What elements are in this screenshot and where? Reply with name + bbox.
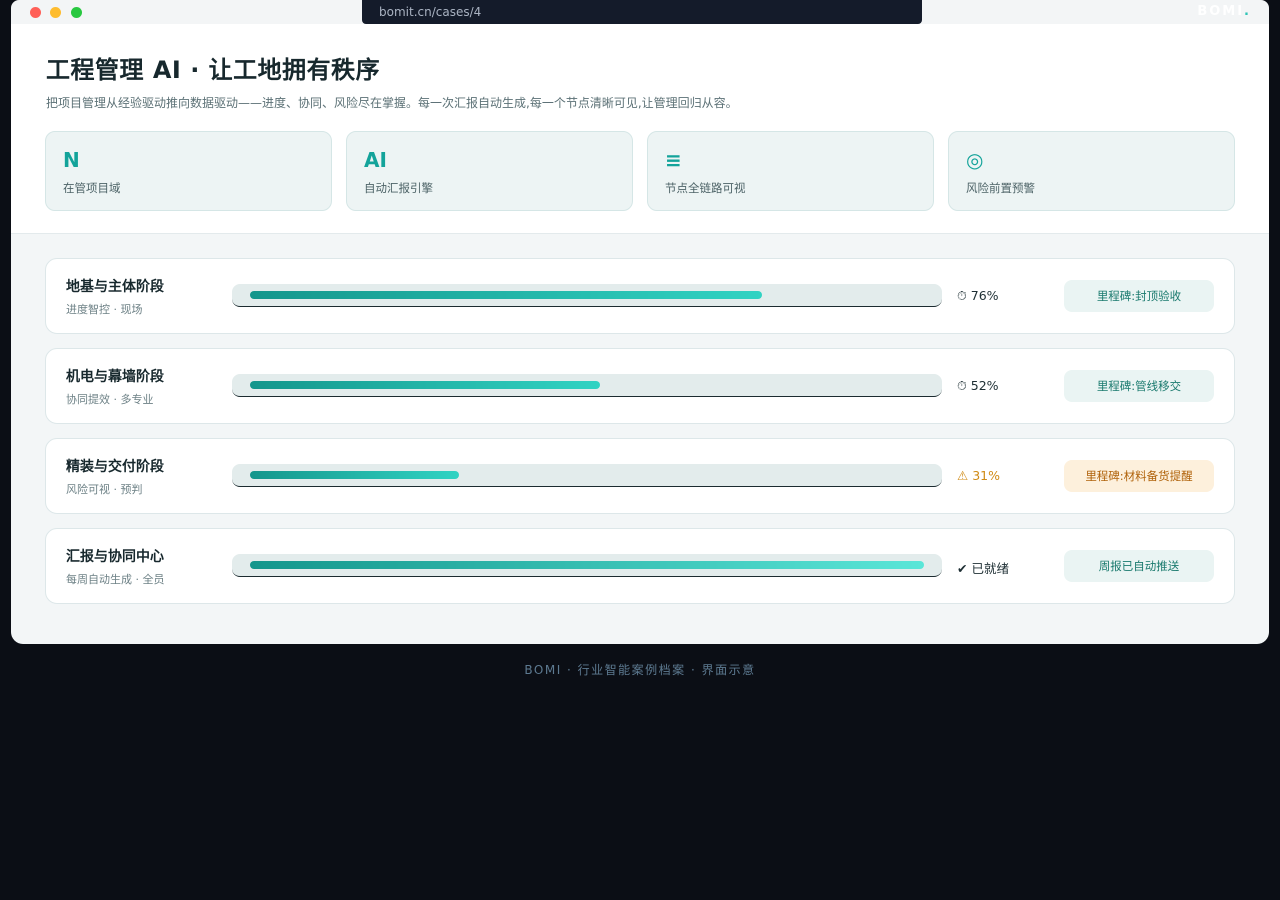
phase-tags: 协同提效 · 多专业 bbox=[66, 393, 154, 406]
progress-fill bbox=[250, 291, 762, 299]
check-icon: ✔ bbox=[957, 561, 968, 576]
letter-n-icon: N bbox=[63, 148, 80, 172]
minimize-window-button[interactable] bbox=[50, 7, 61, 18]
phase-row[interactable]: 机电与幕墙阶段 协同提效 · 多专业 ⏱ 52% 里程碑:管线移交 bbox=[45, 348, 1235, 424]
app-window: 工程管理 AI · 让工地拥有秩序 把项目管理从经验驱动推向数据驱动——进度、协… bbox=[11, 24, 1269, 644]
phase-row[interactable]: 精装与交付阶段 风险可视 · 预判 ⚠ 31% 里程碑:材料备货提醒 bbox=[45, 438, 1235, 514]
phase-title: 精装与交付阶段 bbox=[66, 459, 164, 475]
timer-icon: ⏱ bbox=[957, 288, 967, 303]
phase-tags: 进度智控 · 现场 bbox=[66, 303, 143, 316]
phase-tags: 每周自动生成 · 全员 bbox=[66, 573, 165, 586]
phase-title: 机电与幕墙阶段 bbox=[66, 369, 164, 385]
milestone-badge[interactable]: 周报已自动推送 bbox=[1064, 550, 1214, 582]
stat-label: 风险前置预警 bbox=[966, 181, 1035, 195]
ai-icon: AI bbox=[364, 148, 387, 172]
status-text: 已就绪 bbox=[971, 561, 1009, 576]
stat-card: ◎ 风险前置预警 bbox=[948, 131, 1235, 211]
stat-card: ≡ 节点全链路可视 bbox=[647, 131, 934, 211]
phase-title: 地基与主体阶段 bbox=[66, 279, 164, 295]
progress-status: ⏱ 76% bbox=[957, 288, 999, 304]
header-panel: 工程管理 AI · 让工地拥有秩序 把项目管理从经验驱动推向数据驱动——进度、协… bbox=[11, 24, 1269, 234]
progress-status: ⏱ 52% bbox=[957, 378, 999, 394]
status-text: 76% bbox=[970, 288, 999, 303]
stat-label: 自动汇报引擎 bbox=[364, 181, 433, 195]
stat-card: N 在管项目域 bbox=[45, 131, 332, 211]
progress-track bbox=[232, 374, 942, 397]
status-text: 31% bbox=[972, 468, 1000, 483]
phase-title: 汇报与协同中心 bbox=[66, 549, 164, 565]
target-icon: ◎ bbox=[966, 148, 984, 172]
phase-row[interactable]: 地基与主体阶段 进度智控 · 现场 ⏱ 76% 里程碑:封顶验收 bbox=[45, 258, 1235, 334]
milestone-badge[interactable]: 里程碑:封顶验收 bbox=[1064, 280, 1214, 312]
progress-fill bbox=[250, 381, 600, 389]
progress-fill bbox=[250, 561, 924, 569]
page-subtitle: 把项目管理从经验驱动推向数据驱动——进度、协同、风险尽在掌握。每一次汇报自动生成… bbox=[46, 96, 738, 110]
warning-icon: ⚠ bbox=[957, 468, 969, 483]
progress-fill bbox=[250, 471, 459, 479]
list-icon: ≡ bbox=[665, 148, 682, 172]
phase-tags: 风险可视 · 预判 bbox=[66, 483, 143, 496]
close-window-button[interactable] bbox=[30, 7, 41, 18]
progress-track bbox=[232, 554, 942, 577]
progress-track bbox=[232, 284, 942, 307]
stat-card: AI 自动汇报引擎 bbox=[346, 131, 633, 211]
status-text: 52% bbox=[970, 378, 999, 393]
address-bar[interactable]: bomit.cn/cases/4 bbox=[362, 0, 922, 24]
phase-row[interactable]: 汇报与协同中心 每周自动生成 · 全员 ✔ 已就绪 周报已自动推送 bbox=[45, 528, 1235, 604]
stat-label: 在管项目域 bbox=[63, 181, 121, 195]
timer-icon: ⏱ bbox=[957, 378, 967, 393]
brand-logo: BOMI. bbox=[1197, 4, 1251, 19]
progress-track bbox=[232, 464, 942, 487]
milestone-badge[interactable]: 里程碑:材料备货提醒 bbox=[1064, 460, 1214, 492]
footer-caption: BOMI · 行业智能案例档案 · 界面示意 bbox=[524, 663, 756, 677]
milestone-badge[interactable]: 里程碑:管线移交 bbox=[1064, 370, 1214, 402]
progress-status: ⚠ 31% bbox=[957, 468, 1000, 483]
browser-chrome: bomit.cn/cases/4 BOMI. bbox=[11, 0, 1269, 24]
stat-label: 节点全链路可视 bbox=[665, 181, 746, 195]
progress-status: ✔ 已就绪 bbox=[957, 558, 1009, 577]
page-title: 工程管理 AI · 让工地拥有秩序 bbox=[46, 56, 381, 84]
maximize-window-button[interactable] bbox=[71, 7, 82, 18]
